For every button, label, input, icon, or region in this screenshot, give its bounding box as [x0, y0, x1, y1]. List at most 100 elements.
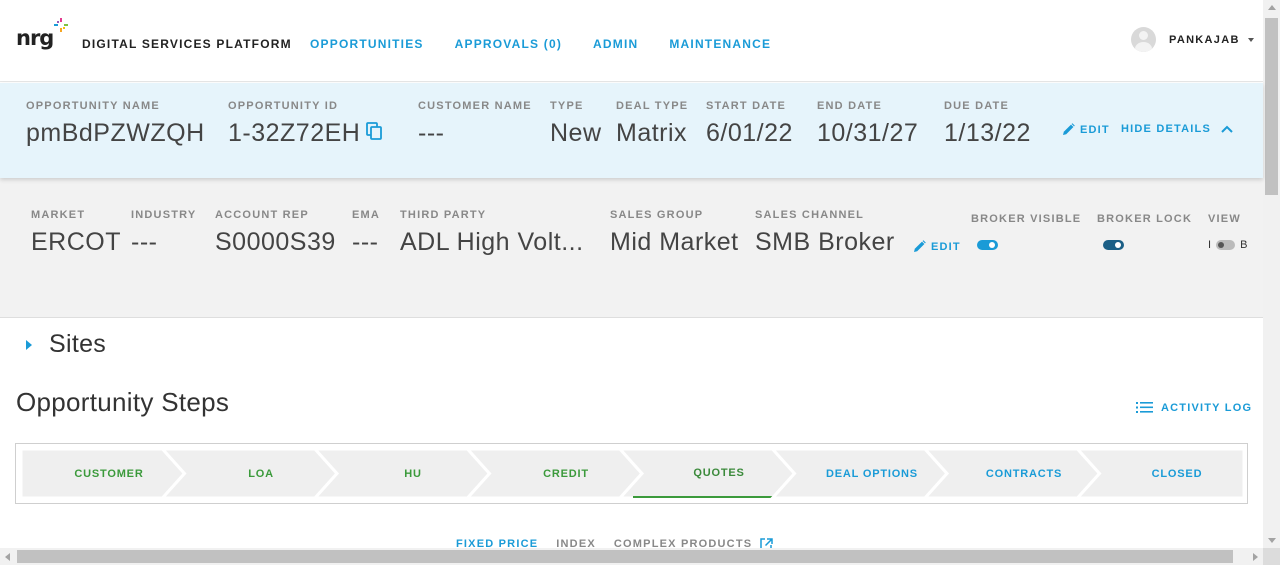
deal-type-field: DEAL TYPE Matrix: [616, 100, 688, 148]
broker-visible-label: BROKER VISIBLE: [971, 213, 1082, 225]
sales-group-value: Mid Market: [610, 228, 739, 256]
opportunity-id-label: OPPORTUNITY ID: [228, 100, 339, 112]
market-edit-button[interactable]: EDIT: [913, 240, 961, 253]
due-date-value: 1/13/22: [944, 119, 1031, 147]
activity-log-button[interactable]: ACTIVITY LOG: [1136, 401, 1252, 414]
start-date-label: START DATE: [706, 100, 787, 112]
step-loa[interactable]: LOA: [185, 468, 337, 480]
scroll-up-arrow-icon[interactable]: [1268, 5, 1276, 10]
scroll-right-arrow-icon[interactable]: [1253, 553, 1258, 561]
app-root: nrg DIGITAL SERVICES PLATFORM OPPORTUNIT…: [0, 0, 1280, 565]
active-step-underline: [633, 496, 783, 498]
nav-opportunities[interactable]: OPPORTUNITIES: [310, 37, 424, 51]
market-field: MARKET ERCOT: [31, 209, 121, 257]
toggle-knob: [1218, 242, 1225, 248]
opportunity-name-value: pmBdPZWZQH: [26, 119, 205, 147]
toggle-knob: [1115, 242, 1121, 248]
pencil-icon: [1063, 123, 1075, 135]
scroll-left-arrow-icon[interactable]: [5, 553, 10, 561]
platform-title: DIGITAL SERVICES PLATFORM: [82, 37, 292, 51]
caret-down-icon: [1247, 37, 1254, 42]
top-navigation-bar: nrg DIGITAL SERVICES PLATFORM OPPORTUNIT…: [0, 0, 1263, 82]
market-value: ERCOT: [31, 228, 121, 256]
step-quotes[interactable]: QUOTES: [643, 467, 795, 479]
view-toggle[interactable]: [1216, 240, 1236, 250]
step-contracts[interactable]: CONTRACTS: [948, 468, 1100, 480]
account-rep-field: ACCOUNT REP S0000S39: [215, 209, 336, 257]
sites-label: Sites: [49, 330, 107, 358]
avatar: [1131, 27, 1156, 52]
third-party-value: ADL High Volt...: [400, 228, 584, 256]
vertical-scroll-thumb[interactable]: [1265, 18, 1278, 195]
opportunity-id-value: 1-32Z72EH: [228, 119, 361, 147]
main-nav: OPPORTUNITIES APPROVALS (0) ADMIN MAINTE…: [310, 37, 771, 51]
sales-group-label: SALES GROUP: [610, 209, 704, 221]
start-date-field: START DATE 6/01/22: [706, 100, 793, 148]
type-label: TYPE: [550, 100, 584, 112]
chevron-up-icon: [1221, 125, 1233, 133]
opportunity-stepper: CUSTOMER LOA HU CREDIT QUOTES DEAL OPTIO…: [15, 443, 1248, 504]
pencil-icon: [914, 240, 926, 252]
view-label: VIEW: [1208, 213, 1241, 225]
third-party-field: THIRD PARTY ADL High Volt...: [400, 209, 584, 257]
view-left-label: I: [1208, 239, 1212, 251]
opportunity-edit-label: EDIT: [1080, 123, 1110, 136]
caret-right-icon: [26, 339, 32, 350]
scrollbar-corner: [1263, 548, 1280, 565]
broker-lock-toggle[interactable]: [1103, 240, 1124, 250]
vertical-scrollbar[interactable]: [1263, 0, 1280, 548]
list-icon: [1136, 402, 1153, 413]
nav-approvals[interactable]: APPROVALS (0): [455, 37, 562, 51]
sales-channel-field: SALES CHANNEL SMB Broker: [755, 209, 895, 257]
account-rep-value: S0000S39: [215, 228, 336, 256]
type-field: TYPE New: [550, 100, 602, 148]
user-name: PANKAJAB: [1169, 33, 1240, 46]
account-rep-label: ACCOUNT REP: [215, 209, 309, 221]
horizontal-scrollbar[interactable]: [0, 548, 1263, 565]
industry-value: ---: [131, 228, 158, 256]
sales-channel-value: SMB Broker: [755, 228, 895, 256]
view-toggle-row: I B: [1208, 239, 1247, 251]
step-credit[interactable]: CREDIT: [490, 468, 642, 480]
broker-lock-field: BROKER LOCK: [1097, 213, 1192, 250]
end-date-value: 10/31/27: [817, 119, 919, 147]
sales-group-field: SALES GROUP Mid Market: [610, 209, 739, 257]
step-deal-options[interactable]: DEAL OPTIONS: [796, 468, 948, 480]
user-menu[interactable]: PANKAJAB: [1131, 27, 1254, 52]
sites-section-toggle[interactable]: Sites: [26, 330, 106, 359]
opportunity-edit-button[interactable]: EDIT: [1062, 123, 1110, 136]
step-hu[interactable]: HU: [337, 468, 489, 480]
start-date-value: 6/01/22: [706, 119, 793, 147]
deal-type-value: Matrix: [616, 119, 688, 147]
third-party-label: THIRD PARTY: [400, 209, 487, 221]
broker-visible-toggle[interactable]: [977, 240, 998, 250]
view-field: VIEW I B: [1208, 213, 1247, 251]
view-right-label: B: [1240, 239, 1248, 251]
opportunity-steps-title: Opportunity Steps: [16, 387, 230, 417]
step-closed[interactable]: CLOSED: [1101, 468, 1253, 480]
customer-name-label: CUSTOMER NAME: [418, 100, 532, 112]
end-date-label: END DATE: [817, 100, 883, 112]
due-date-label: DUE DATE: [944, 100, 1010, 112]
opportunity-details-panel: OPPORTUNITY NAME pmBdPZWZQH OPPORTUNITY …: [0, 83, 1263, 178]
horizontal-scroll-thumb[interactable]: [17, 550, 1233, 563]
broker-lock-label: BROKER LOCK: [1097, 213, 1193, 225]
copy-icon[interactable]: [366, 122, 383, 141]
ema-value: ---: [352, 228, 379, 256]
hide-details-button[interactable]: HIDE DETAILS: [1121, 123, 1233, 135]
opportunity-name-field: OPPORTUNITY NAME pmBdPZWZQH: [26, 100, 205, 148]
customer-name-value: ---: [418, 119, 445, 147]
scroll-down-arrow-icon[interactable]: [1268, 538, 1276, 543]
sales-channel-label: SALES CHANNEL: [755, 209, 865, 221]
opportunity-id-row: 1-32Z72EH: [228, 119, 383, 148]
activity-log-label: ACTIVITY LOG: [1161, 401, 1253, 414]
end-date-field: END DATE 10/31/27: [817, 100, 918, 148]
nav-admin[interactable]: ADMIN: [593, 37, 638, 51]
nrg-logo[interactable]: nrg: [16, 18, 72, 56]
opportunity-name-label: OPPORTUNITY NAME: [26, 100, 160, 112]
ema-label: EMA: [352, 209, 381, 221]
step-customer[interactable]: CUSTOMER: [33, 468, 185, 480]
logo-text: nrg: [16, 26, 54, 50]
nav-maintenance[interactable]: MAINTENANCE: [669, 37, 771, 51]
customer-name-field: CUSTOMER NAME ---: [418, 100, 532, 148]
